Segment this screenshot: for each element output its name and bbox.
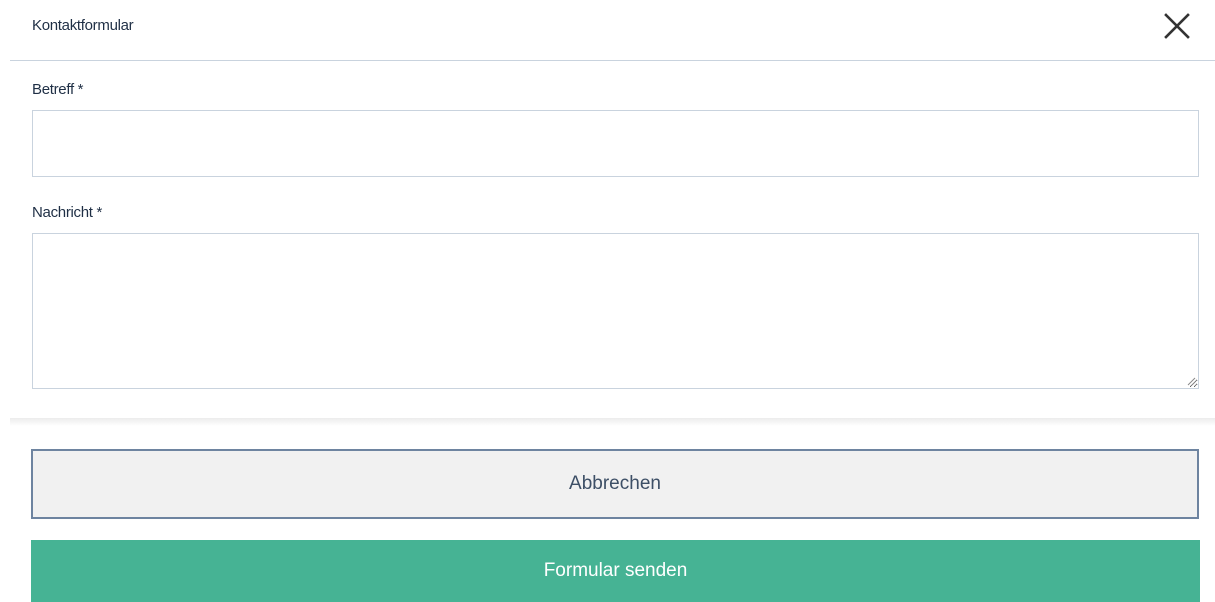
submit-button[interactable]: Formular senden	[31, 540, 1200, 602]
subject-label: Betreff *	[32, 81, 84, 98]
cancel-button[interactable]: Abbrechen	[31, 449, 1199, 519]
message-label: Nachricht *	[32, 204, 103, 221]
subject-input[interactable]	[32, 110, 1199, 177]
dialog-title: Kontaktformular	[32, 17, 134, 34]
contact-dialog: Kontaktformular Betreff * Nachricht * Ab…	[0, 0, 1215, 602]
footer-divider	[10, 418, 1215, 426]
message-textarea[interactable]	[32, 233, 1199, 389]
close-icon	[1164, 13, 1190, 39]
dialog-header: Kontaktformular	[10, 0, 1215, 61]
close-button[interactable]	[1163, 12, 1191, 40]
